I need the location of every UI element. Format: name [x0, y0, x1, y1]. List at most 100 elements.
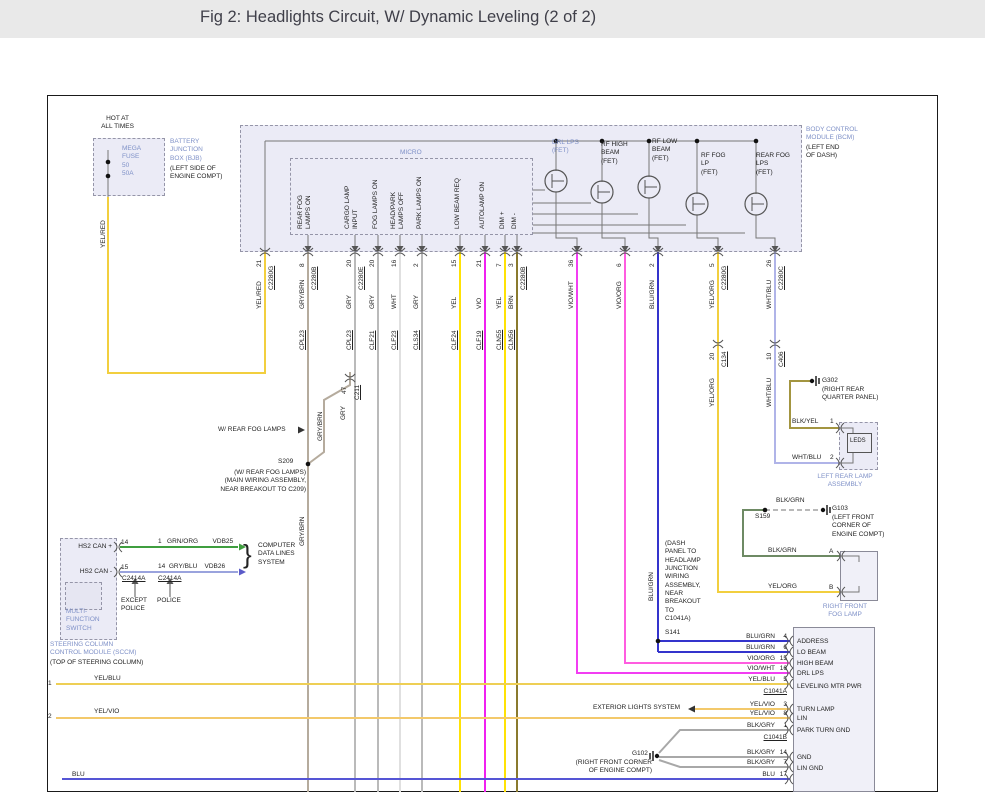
pin-15a: 15	[451, 259, 458, 267]
conn-cpl23-b: CPL23	[346, 330, 353, 350]
arrow-sig-6-icon	[456, 246, 464, 252]
wire-label-whtblu-3: WHT/BLU	[792, 454, 822, 461]
note-except-police: EXCEPT POLICE	[121, 597, 148, 613]
conn-c1041b: C1041B	[763, 734, 788, 741]
hot-at-all-times: HOT AT ALL TIMES	[101, 115, 134, 131]
arrow-sig-7-icon	[481, 246, 489, 252]
row-park-turn-gnd: PARK TURN GND	[797, 727, 851, 734]
wire-num-2: 2	[48, 713, 52, 720]
conn-c211: C211	[354, 384, 361, 400]
wire-label-yelvio-left: YEL/VIO	[94, 708, 120, 715]
wire-label-grybrn: GRY/BRN	[299, 279, 306, 310]
fet5-output	[755, 215, 776, 246]
wire-label-gry-branch: GRY	[340, 406, 347, 420]
bus-junction-3-icon	[646, 138, 652, 144]
wire-label-brn: BRN	[508, 295, 515, 309]
pin-3a: 3	[508, 263, 515, 267]
wire-vioorg-highbeam	[624, 252, 790, 664]
ground-g302-label: G302	[822, 377, 838, 384]
wire-label-yelorg-3: YEL/ORG	[768, 583, 797, 590]
wire-label-vio: VIO	[476, 297, 483, 309]
splice-s141-label: S141	[665, 629, 681, 636]
wire-label-yelorg: YEL/ORG	[709, 280, 716, 309]
fet1-output	[555, 192, 578, 246]
rf-low-beam-fet: RF LOW BEAM (FET)	[652, 138, 678, 162]
bcm-location: (LEFT END OF DASH)	[806, 144, 840, 160]
wire-yelred-feed	[107, 197, 266, 374]
pin-5: 5	[783, 676, 787, 683]
pin-1: 1	[783, 722, 787, 729]
drl-lps-fet: DRL LPS (FET)	[552, 139, 579, 155]
row-turn-lamp: TURN LAMP	[797, 706, 835, 713]
pin-20b: 20	[369, 259, 376, 267]
splice-s159-label: S159	[755, 513, 771, 520]
arrow-rear-fog-note-icon	[298, 426, 305, 434]
computer-data-lines-system: COMPUTER DATA LINES SYSTEM	[258, 542, 296, 566]
fet3-output	[648, 198, 659, 246]
ground-g102-location: (RIGHT FRONT CORNER OF ENGINE COMPT)	[575, 759, 652, 775]
pin-4: 4	[783, 633, 787, 640]
pin-20a: 20	[346, 259, 353, 267]
sig-rear-fog-lamps-on: REAR FOG LAMPS ON	[297, 195, 313, 229]
note-s141: (DASH PANEL TO HEADLAMP JUNCTION WIRING …	[665, 540, 701, 622]
pin-16: 16	[391, 259, 398, 267]
wire-label-yelblu-left: YEL/BLU	[94, 675, 121, 682]
sig-autolamp-on: AUTOLAMP ON	[479, 181, 486, 229]
wire-label-blkyel: BLK/YEL	[792, 418, 819, 425]
bus-junction-4-icon	[694, 138, 700, 144]
rf-fog-lp-fet: RF FOG LP (FET)	[701, 152, 726, 176]
hs2-can-minus: HS2 CAN -	[79, 568, 112, 575]
row-drl-lps: DRL LPS	[797, 670, 824, 677]
exterior-lights-system: EXTERIOR LIGHTS SYSTEM	[593, 704, 681, 711]
brace-glyph: }	[243, 539, 252, 569]
wire-label-vioorg: VIO/ORG	[616, 281, 623, 309]
pin-17: 17	[779, 771, 787, 778]
ground-g103-label: G103	[832, 505, 848, 512]
conn-c2414a-1: C2414A	[122, 575, 146, 582]
pin-15: 15	[779, 655, 787, 662]
arrow-exterior-lights-icon	[688, 705, 695, 713]
wire-label-blkgrn-2: BLK/GRN	[768, 547, 797, 554]
arrow-fet-1-icon	[573, 246, 581, 252]
note-s209: (W/ REAR FOG LAMPS) (MAIN WIRING ASSEMBL…	[220, 469, 306, 493]
arrow-fet-4-icon	[714, 246, 722, 252]
arrow-sig-5-icon	[418, 246, 426, 252]
note-w-rear-fog-lamps: W/ REAR FOG LAMPS	[218, 426, 286, 433]
sccm-location: (TOP OF STEERING COLUMN)	[50, 659, 144, 666]
ground-g302-icon	[809, 378, 815, 384]
pin-16b: 16	[779, 665, 787, 672]
row-gnd: GND	[797, 754, 812, 761]
conn-c2280e: C2280E	[358, 266, 365, 291]
splice-s209-icon	[305, 461, 311, 467]
pin-21b: 21	[476, 259, 483, 267]
wire-label-wht: WHT	[391, 294, 398, 309]
pin-10-c406: 10	[766, 352, 773, 360]
conn-c2414a-2: C2414A	[158, 575, 182, 582]
wire-yelorg-foglamp	[717, 252, 840, 593]
pin-a-foglamp: A	[829, 548, 834, 555]
arrow-sig-2-icon	[351, 246, 359, 252]
micro-label: MICRO	[400, 149, 422, 156]
wire-label-yelred: YEL/RED	[256, 281, 263, 309]
pin-2a: 2	[413, 263, 420, 267]
wire-label-gry-b: GRY	[369, 295, 376, 309]
ground-g103-icon	[820, 507, 826, 513]
ground-g102-icon	[654, 753, 660, 759]
conn-clf19: CLF19	[476, 330, 483, 350]
conn-c1041a: C1041A	[763, 688, 788, 695]
pin-21: 21	[256, 259, 263, 267]
wiring-diagram: HOT AT ALL TIMES MEGA FUSE 50 50A BATTERY …	[0, 0, 985, 800]
row-lin: LIN	[797, 715, 808, 722]
wire-label-grybrn-branch: GRY/BRN	[317, 411, 324, 442]
conn-cln55: CLN55	[496, 329, 503, 350]
fet4-output	[696, 215, 719, 246]
splice-s141-icon	[655, 638, 661, 644]
wire-label-grybrn-2: GRY/BRN	[299, 516, 306, 547]
leds-label: LEDS	[850, 438, 866, 444]
conn-clf23: CLF23	[391, 330, 398, 350]
left-rear-lamp-assembly: LEFT REAR LAMP ASSEMBLY	[817, 473, 873, 489]
bus-junction-5-icon	[753, 138, 759, 144]
hs2-can-plus: HS2 CAN +	[78, 543, 112, 550]
pin-14-mfs: 14	[121, 539, 129, 546]
sig-low-beam-req: LOW BEAM REQ	[454, 178, 461, 229]
